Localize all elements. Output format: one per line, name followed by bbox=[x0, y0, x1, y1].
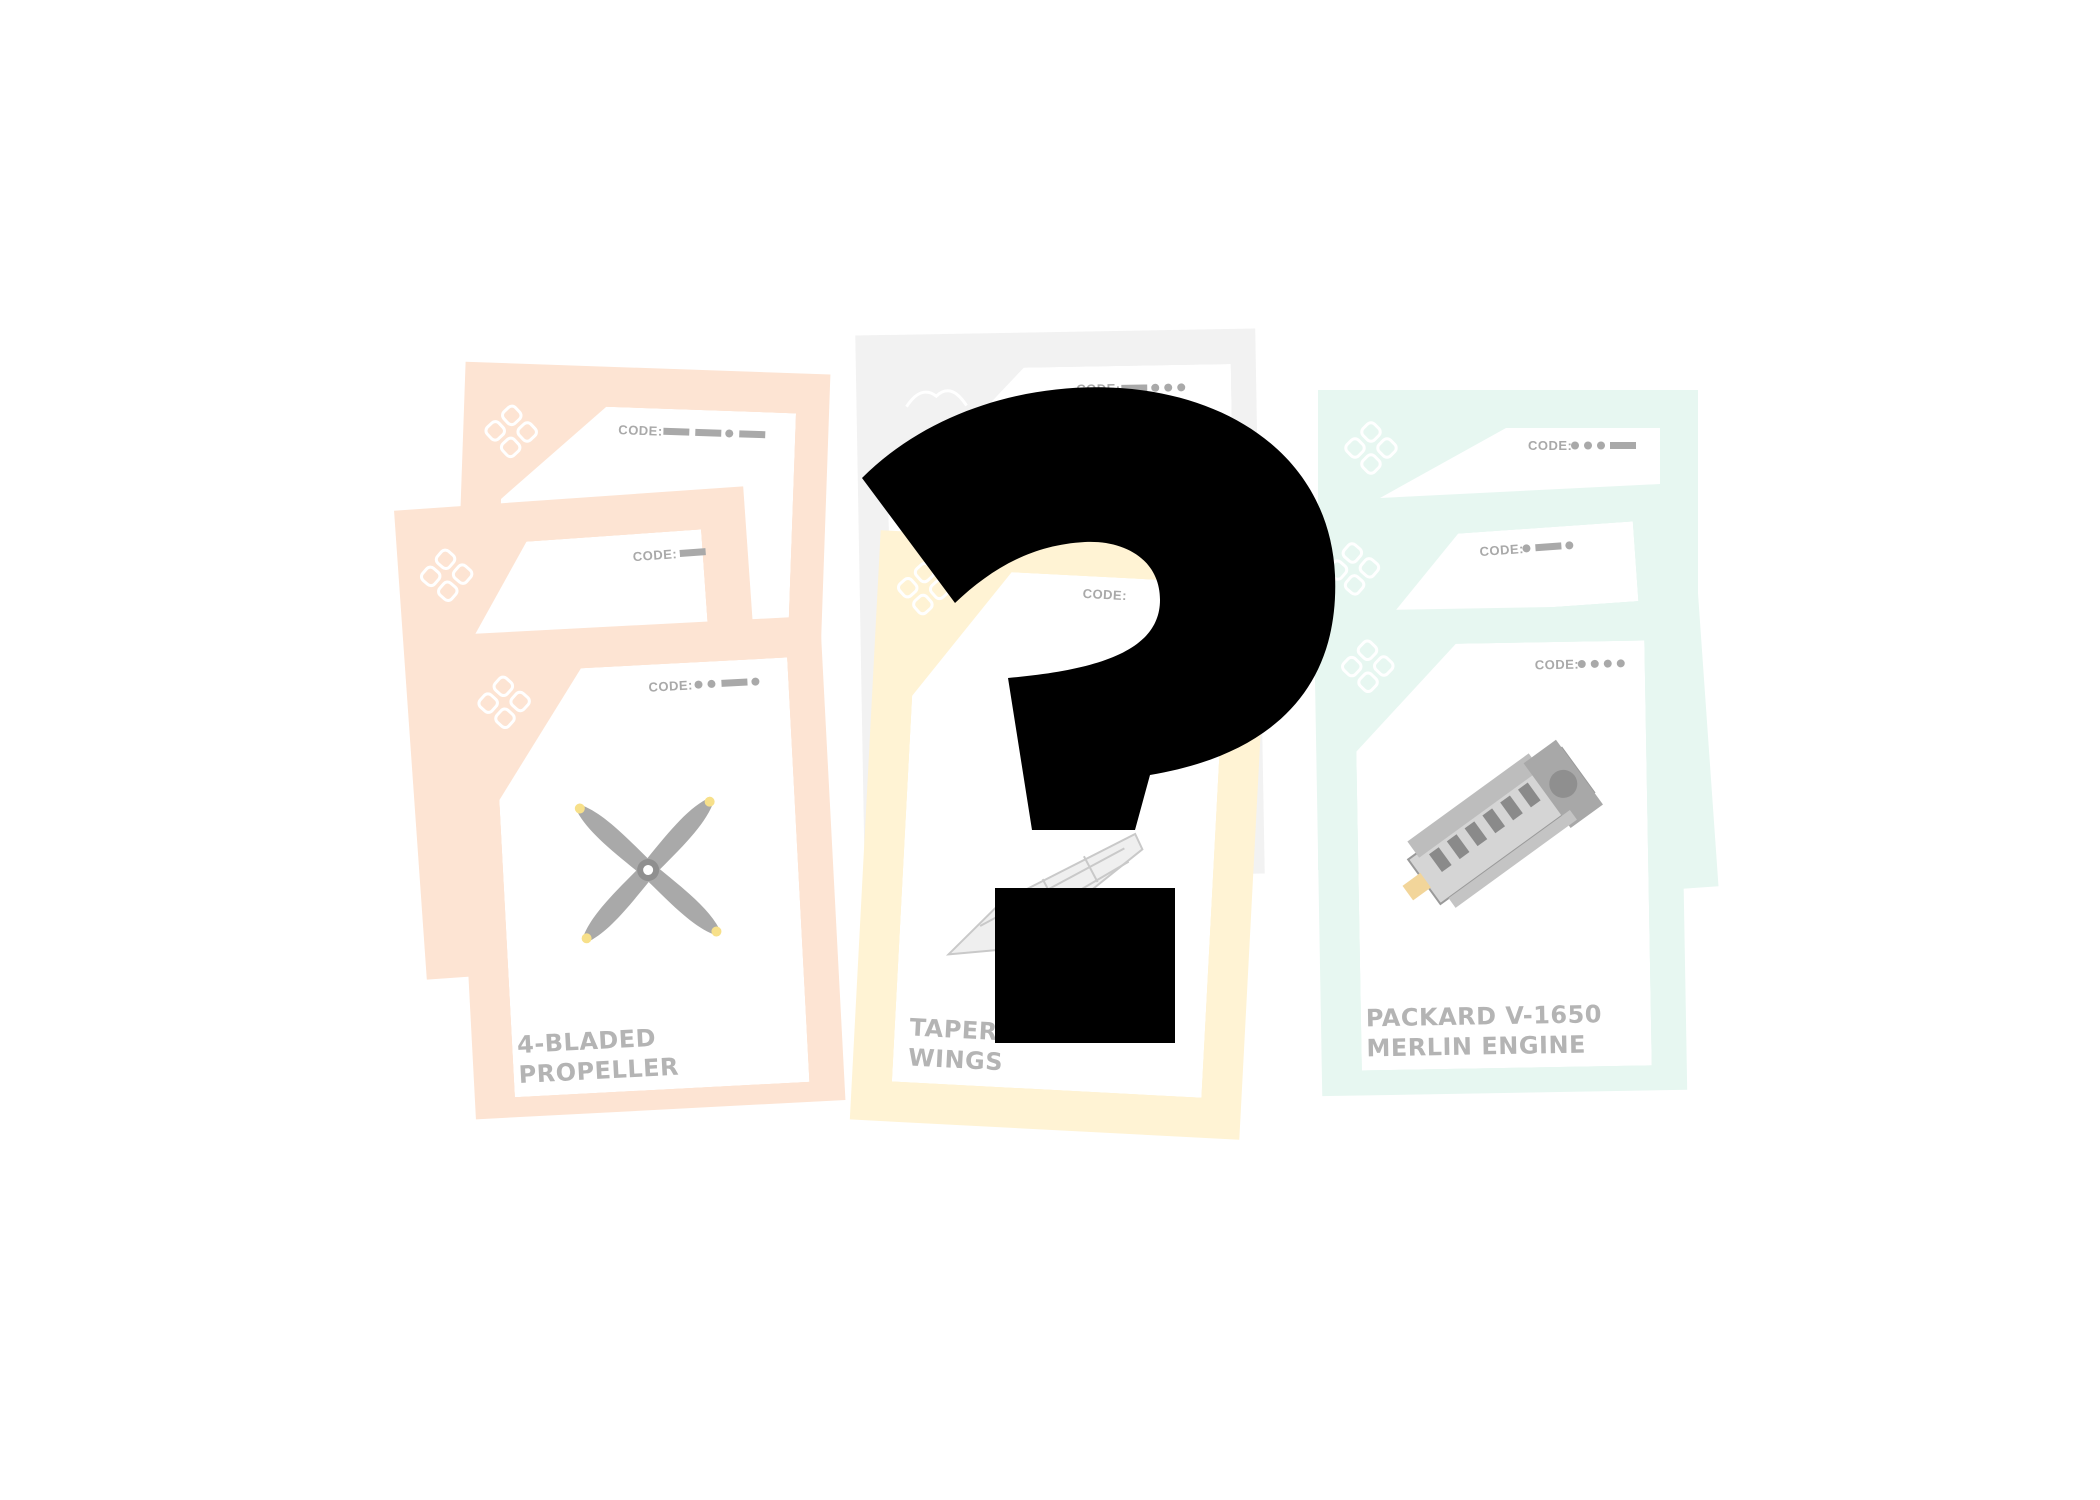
card-collage: CODE: CODE: CODE: 4-BLADED PROPELLER COD… bbox=[0, 0, 2100, 1500]
question-mark-icon bbox=[862, 387, 1336, 1043]
